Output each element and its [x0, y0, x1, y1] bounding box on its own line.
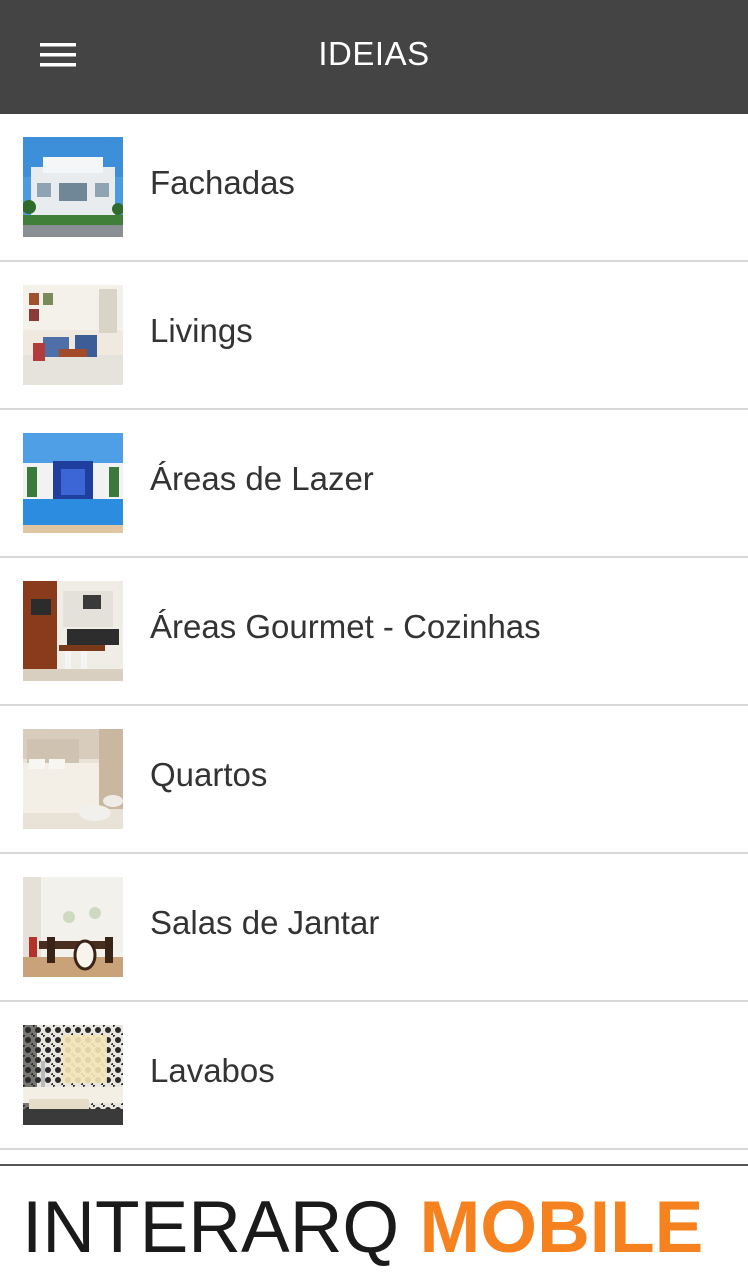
list-item-label: Quartos	[150, 756, 268, 793]
brand-logo[interactable]: INTERARQ MOBILE	[22, 1180, 732, 1270]
list-item-areas-de-lazer[interactable]: Áreas de Lazer	[0, 410, 748, 558]
dining-room-thumbnail	[23, 877, 123, 977]
list-item-label: Salas de Jantar	[150, 904, 380, 941]
list-item-label: Lavabos	[150, 1052, 275, 1089]
list-item-livings[interactable]: Livings	[0, 262, 748, 410]
list-item-quartos[interactable]: Quartos	[0, 706, 748, 854]
ideas-list: Fachadas Livings Áreas de Lazer Áreas Go…	[0, 114, 748, 1150]
bedroom-thumbnail	[23, 729, 123, 829]
gourmet-kitchen-thumbnail	[23, 581, 123, 681]
pool-area-thumbnail	[23, 433, 123, 533]
app-bar: IDEIAS	[0, 0, 748, 114]
list-item-fachadas[interactable]: Fachadas	[0, 114, 748, 262]
house-facade-thumbnail	[23, 137, 123, 237]
list-item-label: Fachadas	[150, 164, 295, 201]
menu-button[interactable]	[30, 30, 86, 80]
washroom-thumbnail	[23, 1025, 123, 1125]
living-room-thumbnail	[23, 285, 123, 385]
page-title: IDEIAS	[318, 35, 430, 72]
brand-logo-right: MOBILE	[419, 1187, 704, 1268]
list-item-lavabos[interactable]: Lavabos	[0, 1002, 748, 1150]
list-item-label: Áreas de Lazer	[150, 460, 374, 497]
hamburger-menu-icon	[40, 43, 76, 67]
brand-logo-left: INTERARQ	[22, 1187, 400, 1268]
list-item-label: Áreas Gourmet - Cozinhas	[150, 608, 541, 645]
list-item-salas-de-jantar[interactable]: Salas de Jantar	[0, 854, 748, 1002]
list-item-label: Livings	[150, 312, 253, 349]
list-item-areas-gourmet-cozinhas[interactable]: Áreas Gourmet - Cozinhas	[0, 558, 748, 706]
